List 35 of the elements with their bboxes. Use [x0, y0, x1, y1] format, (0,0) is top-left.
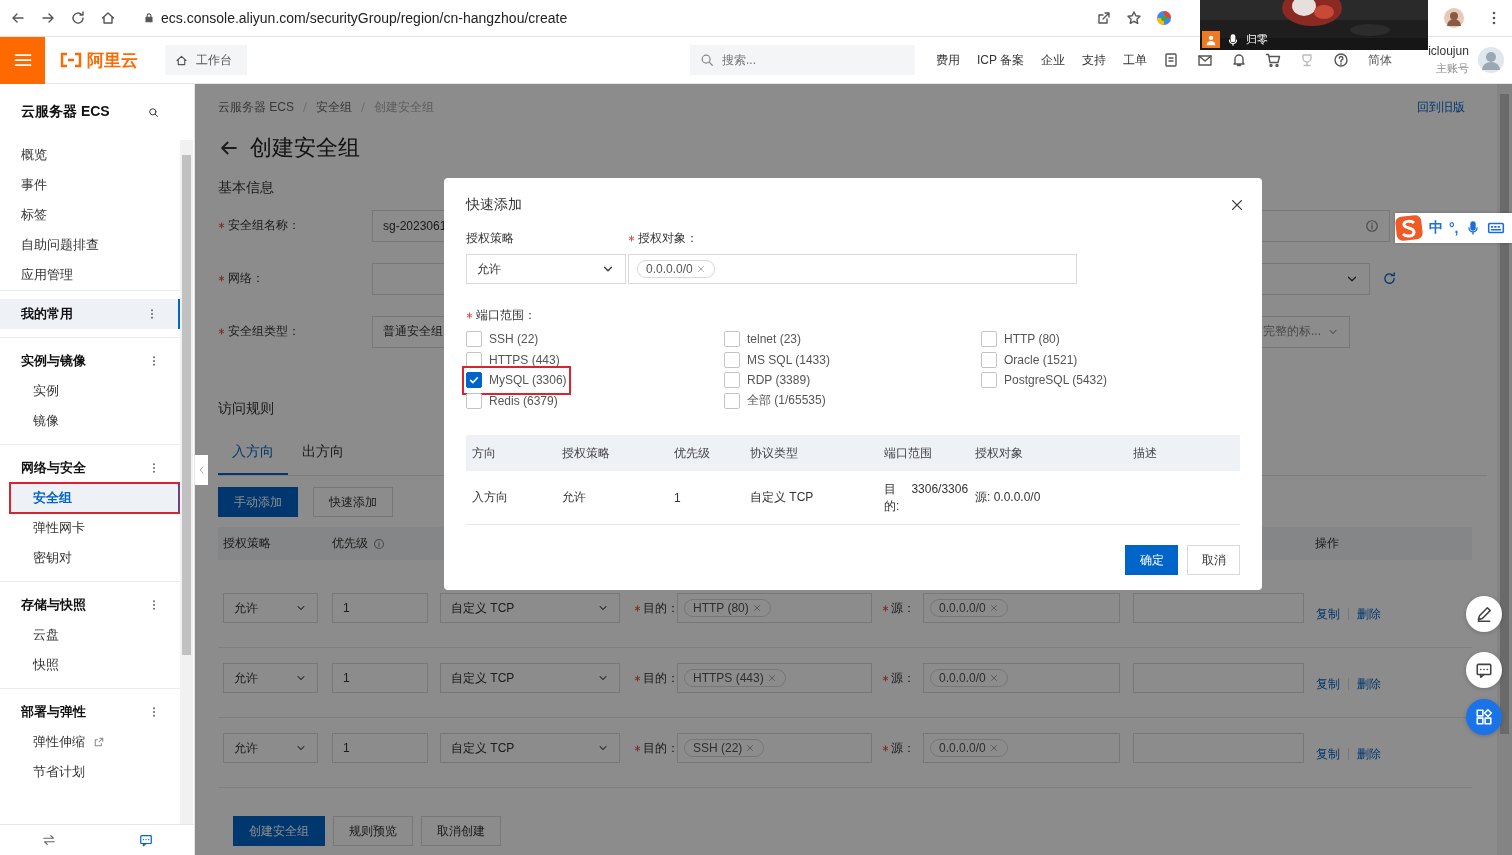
- column-header: 协议类型: [749, 444, 799, 462]
- dialog-title: 快速添加: [466, 196, 522, 214]
- field-label: 目的：: [643, 599, 679, 617]
- table-cell-text: 1: [673, 490, 682, 505]
- column-header: 授权策略: [561, 444, 611, 462]
- table-cell-text: 源: 0.0.0.0/0: [974, 489, 1042, 506]
- column-header: 操作: [1315, 535, 1339, 552]
- section-title: 访问规则: [218, 400, 274, 418]
- section-title: 基本信息: [218, 179, 274, 197]
- field-label: 目的：: [643, 739, 679, 757]
- column-header: 优先级: [673, 444, 711, 462]
- field-label: 安全组名称：: [228, 217, 300, 234]
- field-label: 目的：: [643, 669, 679, 687]
- field-label: 源：: [891, 669, 915, 687]
- field-label: 网络：: [228, 270, 264, 287]
- field-label: 安全组类型：: [228, 323, 300, 340]
- field-label: 源：: [891, 739, 915, 757]
- column-header: 授权对象: [974, 444, 1024, 462]
- table-cell-text: 入方向: [471, 489, 509, 506]
- field-label: 端口范围：: [476, 306, 536, 324]
- field-label: 授权策略: [466, 229, 515, 247]
- account-role: 主账号: [1435, 61, 1469, 76]
- port-label: 目的:: [884, 480, 899, 515]
- field-label: 源：: [891, 599, 915, 617]
- page-title: 创建安全组: [250, 134, 360, 162]
- column-header: 端口范围: [883, 444, 933, 462]
- column-header: 授权策略: [223, 535, 272, 552]
- table-cell-text: 允许: [561, 489, 587, 506]
- field-label: 授权对象：: [638, 229, 698, 247]
- column-header: 方向: [471, 444, 497, 462]
- table-cell: 3306/3306: [911, 480, 969, 498]
- table-cell-text: 自定义 TCP: [749, 489, 815, 506]
- column-header: 优先级: [332, 535, 368, 552]
- column-header: 描述: [1132, 444, 1158, 462]
- sidebar-title: 云服务器 ECS: [21, 103, 110, 121]
